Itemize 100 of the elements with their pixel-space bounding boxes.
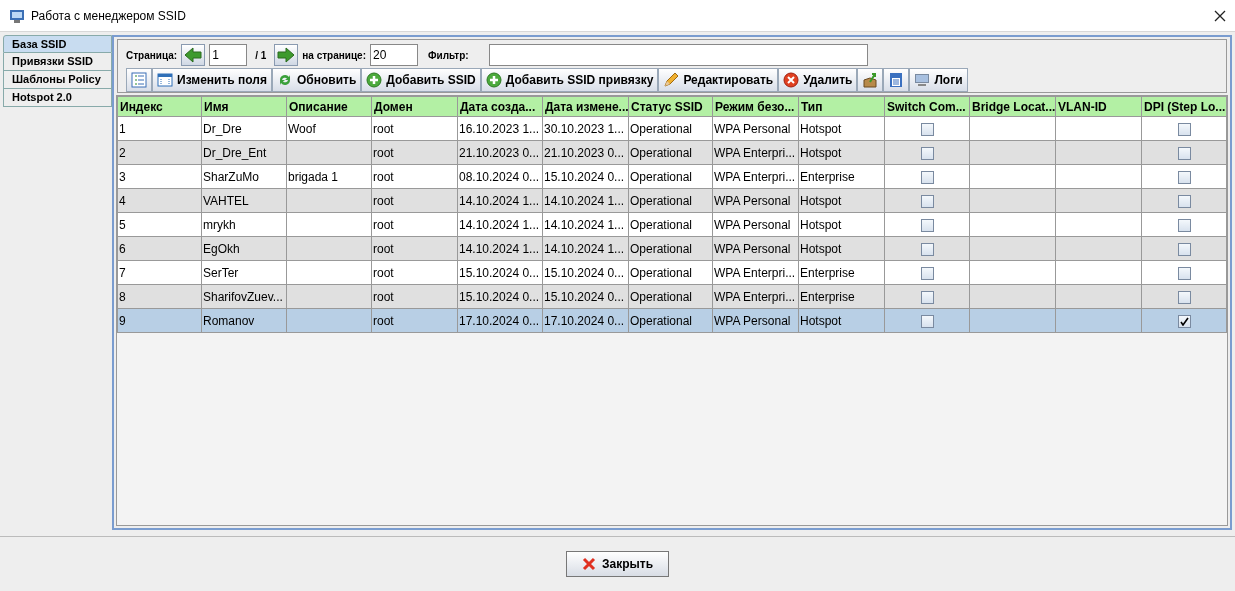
table-cell: 14.10.2024 1... [544, 193, 625, 208]
table-cell: Operational [630, 121, 693, 136]
app-icon [9, 7, 25, 24]
checkbox[interactable] [1177, 170, 1191, 184]
table-cell: 30.10.2023 1... [544, 121, 625, 136]
next-page-button[interactable] [274, 44, 299, 66]
sidebar-tab[interactable]: Привязки SSID [3, 53, 112, 71]
table-cell: Operational [630, 217, 693, 232]
table-cell: Operational [630, 265, 693, 280]
checkbox[interactable] [1177, 242, 1191, 256]
checkbox[interactable] [1177, 146, 1191, 160]
per-page-field[interactable]: 20 [370, 44, 418, 66]
table-cell: Hotspot [800, 241, 842, 256]
table-cell: root [373, 145, 394, 160]
window-title: Работа с менеджером SSID [31, 7, 186, 25]
table-cell: 1 [119, 121, 126, 136]
column-header[interactable]: VLAN-ID [1055, 96, 1142, 117]
column-header[interactable]: Статус SSID [628, 96, 713, 117]
column-header[interactable]: Дата созда... [457, 96, 543, 117]
checkbox[interactable] [1177, 194, 1191, 208]
table-row[interactable]: 1 Dr_Dre Woof root 16.10.2023 1... 30.10.2023 1... Operational WPA Personal Hotspot [117, 116, 1227, 141]
checkbox[interactable] [920, 314, 934, 328]
toolbar-button[interactable]: Добавить SSID [361, 68, 481, 92]
table-cell: mrykh [203, 217, 236, 232]
checkbox[interactable] [920, 290, 934, 304]
table-cell: Operational [630, 289, 693, 304]
table-cell: Woof [288, 121, 316, 136]
checkbox[interactable] [920, 194, 934, 208]
toolbar-button[interactable]: Редактировать [658, 68, 779, 92]
plus-icon [366, 72, 383, 88]
checkbox[interactable] [1177, 266, 1191, 280]
table-cell: 21.10.2023 0... [459, 145, 540, 160]
table-row[interactable]: 5 mrykh root 14.10.2024 1... 14.10.2024 1... Operational WPA Personal Hotspot [117, 212, 1227, 237]
list-icon [131, 72, 147, 88]
table-cell: root [373, 217, 394, 232]
filter-field[interactable] [488, 44, 868, 66]
table-cell: Dr_Dre [203, 121, 242, 136]
sidebar-tab[interactable]: База SSID [3, 35, 112, 53]
toolbar-button[interactable]: Удалить [778, 68, 858, 92]
table-row[interactable]: 4 VAHTEL root 14.10.2024 1... 14.10.2024 1... Operational WPA Personal Hotspot [117, 188, 1227, 213]
table-cell: Operational [630, 193, 693, 208]
column-header[interactable]: Bridge Locat... [969, 96, 1056, 117]
toolbar-button[interactable]: Логи [909, 68, 968, 92]
table-cell: Hotspot [800, 217, 842, 232]
checkbox[interactable] [920, 266, 934, 280]
close-icon[interactable] [1214, 9, 1226, 22]
checkbox[interactable] [1177, 290, 1191, 304]
table-row[interactable]: 3 SharZuMo brigada 1 root 08.10.2024 0... 15.10.2024 0... Operational WPA Enterpri... Enterprise [117, 164, 1227, 189]
previous-page-button[interactable] [181, 44, 206, 66]
checkbox[interactable] [1177, 122, 1191, 136]
table-cell: Hotspot [800, 121, 842, 136]
table-cell: 15.10.2024 0... [544, 289, 625, 304]
table-cell: SerTer [203, 265, 239, 280]
floppy-button[interactable] [883, 68, 910, 92]
table-cell: Operational [630, 169, 693, 184]
per-page-label: на странице: [302, 48, 366, 63]
filter-label: Фильтр: [428, 48, 469, 63]
checkbox[interactable] [920, 218, 934, 232]
table-cell: 4 [119, 193, 126, 208]
sidebar-tab[interactable]: Шаблоны Policy [3, 71, 112, 89]
window-icon [157, 72, 173, 88]
column-header[interactable]: Switch Com... [884, 96, 970, 117]
box-arrow-button[interactable] [857, 68, 884, 92]
list-button[interactable] [126, 68, 152, 92]
column-header[interactable]: Домен [371, 96, 458, 117]
table-row[interactable]: 8 SharifovZuev... root 15.10.2024 0... 15.10.2024 0... Operational WPA Enterpri... Enterprise [117, 284, 1227, 309]
table-cell: 14.10.2024 1... [459, 193, 540, 208]
checkbox[interactable] [1177, 314, 1191, 328]
column-header[interactable]: DPI (Step Lo... [1141, 96, 1227, 117]
sidebar-tab[interactable]: Hotspot 2.0 [3, 89, 112, 107]
table-cell: 8 [119, 289, 126, 304]
column-header[interactable]: Имя [201, 96, 287, 117]
table-cell: root [373, 241, 394, 256]
page-field[interactable]: 1 [209, 44, 248, 66]
table-row[interactable]: 9 Romanov root 17.10.2024 0... 17.10.2024 0... Operational WPA Personal Hotspot [117, 308, 1227, 333]
table-cell: 5 [119, 217, 126, 232]
checkbox[interactable] [1177, 218, 1191, 232]
checkbox[interactable] [920, 242, 934, 256]
table-cell: Operational [630, 241, 693, 256]
close-button[interactable]: Закрыть [566, 551, 669, 577]
toolbar-button[interactable]: Обновить [271, 68, 362, 92]
table-cell: root [373, 121, 394, 136]
toolbar-button[interactable]: Добавить SSID привязку [480, 68, 659, 92]
table-cell: WPA Personal [714, 241, 791, 256]
checkbox[interactable] [920, 122, 934, 136]
page-label: Страница: [126, 48, 178, 63]
column-header[interactable]: Режим безо... [712, 96, 799, 117]
table-row[interactable]: 2 Dr_Dre_Ent root 21.10.2023 0... 21.10.2023 0... Operational WPA Enterpri... Hotspot [117, 140, 1227, 165]
column-header[interactable]: Тип [798, 96, 885, 117]
box-arrow-icon [862, 72, 879, 88]
checkbox[interactable] [920, 170, 934, 184]
table-row[interactable]: 6 EgOkh root 14.10.2024 1... 14.10.2024 1... Operational WPA Personal Hotspot [117, 236, 1227, 261]
table-cell: 15.10.2024 0... [459, 265, 540, 280]
checkbox[interactable] [920, 146, 934, 160]
column-header[interactable]: Дата измене... [542, 96, 629, 117]
column-header[interactable]: Описание [286, 96, 372, 117]
table-row[interactable]: 7 SerTer root 15.10.2024 0... 15.10.2024 0... Operational WPA Enterpri... Enterprise [117, 260, 1227, 285]
toolbar-button[interactable]: Изменить поля [152, 68, 272, 92]
table-cell: root [373, 193, 394, 208]
column-header[interactable]: Индекс [117, 96, 202, 117]
